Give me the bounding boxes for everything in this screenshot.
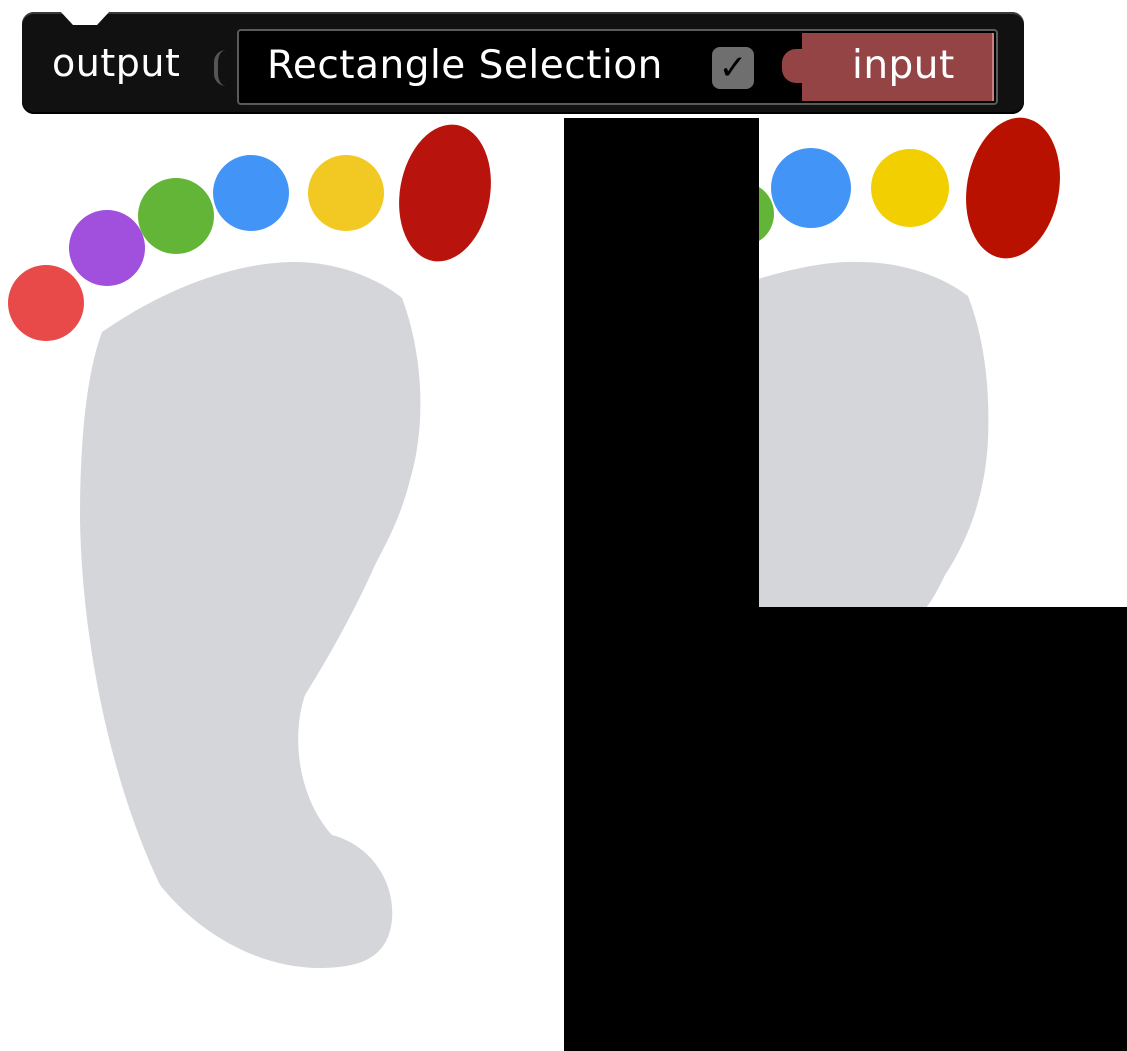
left-toe-yellow — [308, 155, 384, 231]
rectangle-selection-label: Rectangle Selection — [267, 43, 663, 88]
right-toe-yellow — [871, 149, 949, 227]
input-label: input — [852, 43, 955, 88]
left-footprint-sole — [80, 262, 421, 968]
block-notch — [60, 11, 110, 25]
value-socket — [214, 50, 232, 86]
right-toe-big-red — [966, 117, 1060, 259]
left-toe-blue — [213, 155, 289, 231]
left-toe-big-red — [399, 124, 491, 262]
checkbox-checked-icon[interactable]: ✓ — [712, 47, 754, 89]
right-footprint-image — [564, 117, 1127, 1051]
right-toe-blue — [771, 148, 851, 228]
rectangle-selection-block[interactable]: output Rectangle Selection ✓ input — [22, 11, 1024, 114]
left-toe-red — [8, 265, 84, 341]
output-label: output — [52, 41, 181, 85]
input-block[interactable]: input — [782, 33, 994, 101]
puzzle-connector-icon — [782, 49, 808, 83]
left-toe-green — [138, 178, 214, 254]
image-canvas — [8, 117, 1127, 1051]
left-toe-purple — [69, 210, 145, 286]
rectangle-selection-field[interactable]: Rectangle Selection ✓ input — [237, 29, 998, 105]
left-footprint-image — [8, 124, 491, 968]
